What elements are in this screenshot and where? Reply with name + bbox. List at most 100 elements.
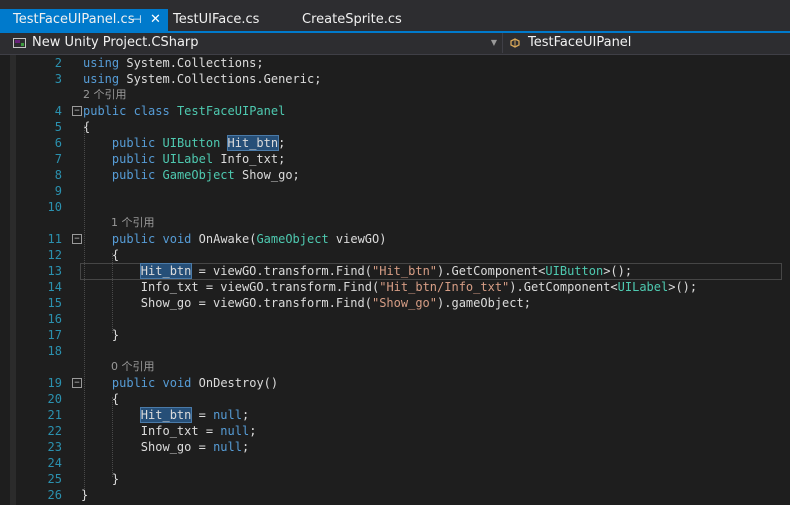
- code-text: viewGO): [328, 232, 387, 246]
- keyword: public: [111, 232, 156, 246]
- code-line: 6 public UIButton Hit_btn;: [0, 135, 790, 151]
- line-number: 21: [47, 408, 62, 422]
- line-number: 24: [47, 456, 62, 470]
- string-literal: "Hit_btn/Info_txt": [379, 280, 510, 294]
- keyword: public: [83, 104, 127, 118]
- codelens-line: 1 个引用: [0, 215, 790, 231]
- type-name: UILabel: [162, 152, 214, 166]
- project-dropdown[interactable]: New Unity Project.CSharp ▼: [10, 33, 503, 53]
- pin-icon[interactable]: ⊣: [132, 9, 142, 31]
- code-text: ;: [241, 408, 250, 422]
- line-number: 14: [47, 280, 62, 294]
- code-text: {: [111, 392, 120, 406]
- fold-toggle[interactable]: −: [72, 234, 82, 244]
- code-line: 21 Hit_btn = null;: [0, 407, 790, 423]
- code-line: 24: [0, 455, 790, 471]
- document-tab-bar: TestFaceUIPanel.cs ⊣ ✕ TestUIFace.cs Cre…: [0, 0, 790, 31]
- code-editor[interactable]: 2 using System.Collections; 3 using Syst…: [0, 55, 790, 505]
- line-number: 16: [47, 312, 62, 326]
- line-number: 7: [54, 152, 62, 166]
- line-number: 2: [54, 56, 62, 70]
- code-text: >();: [603, 264, 633, 278]
- code-line: 7 public UILabel Info_txt;: [0, 151, 790, 167]
- class-name: TestFaceUIPanel: [528, 35, 632, 50]
- line-number: 8: [54, 168, 62, 182]
- code-text: =: [191, 408, 214, 422]
- line-number: 13: [47, 264, 62, 278]
- project-name: New Unity Project.CSharp: [32, 35, 199, 50]
- class-dropdown[interactable]: TestFaceUIPanel: [506, 33, 790, 53]
- keyword: public: [111, 136, 156, 150]
- code-text: Info_txt: [140, 424, 199, 438]
- keyword: public: [111, 168, 156, 182]
- code-line: 14 Info_txt = viewGO.transform.Find("Hit…: [0, 279, 790, 295]
- codelens-line: 2 个引用: [0, 87, 790, 103]
- code-line: 22 Info_txt = null;: [0, 423, 790, 439]
- type-name: TestFaceUIPanel: [176, 104, 286, 118]
- class-icon: [510, 38, 520, 48]
- code-line: 15 Show_go = viewGO.transform.Find("Show…: [0, 295, 790, 311]
- type-name: UIButton: [545, 264, 604, 278]
- codelens-references[interactable]: 2 个引用: [83, 87, 127, 103]
- tab-label: CreateSprite.cs: [302, 12, 402, 27]
- string-literal: "Hit_btn": [372, 264, 438, 278]
- code-line: 9: [0, 183, 790, 199]
- keyword: void: [162, 232, 192, 246]
- fold-toggle[interactable]: −: [72, 378, 82, 388]
- highlighted-reference: Hit_btn: [226, 135, 280, 151]
- code-line: 25 }: [0, 471, 790, 487]
- line-number: 19: [47, 376, 62, 390]
- code-text: >();: [668, 280, 698, 294]
- code-line: 19 − public void OnDestroy(): [0, 375, 790, 391]
- code-text: }: [81, 488, 89, 502]
- highlighted-reference: Hit_btn: [139, 407, 193, 423]
- line-number: 10: [47, 200, 62, 214]
- code-text: =: [191, 440, 214, 454]
- code-line: 8 public GameObject Show_go;: [0, 167, 790, 183]
- code-text: OnDestroy(): [198, 376, 279, 390]
- keyword: void: [162, 376, 192, 390]
- code-text: ;: [278, 136, 286, 150]
- line-number: 25: [47, 472, 62, 486]
- code-text: =: [198, 424, 221, 438]
- code-text: Show_go = viewGO.transform.Find(: [140, 296, 372, 310]
- tab-label: TestFaceUIPanel.cs: [13, 12, 135, 27]
- keyword: null: [213, 440, 242, 454]
- line-number: 18: [47, 344, 62, 358]
- tab-testuiface[interactable]: TestUIFace.cs: [173, 9, 259, 31]
- keyword: null: [220, 424, 250, 438]
- line-number: 17: [47, 328, 62, 342]
- code-text: ).GetComponent<: [437, 264, 546, 278]
- fold-toggle[interactable]: −: [72, 106, 82, 116]
- line-number: 4: [54, 104, 62, 118]
- string-literal: "Show_go": [371, 296, 438, 310]
- line-number: 22: [47, 424, 62, 438]
- code-text: OnAwake(: [198, 232, 257, 246]
- code-text: ;: [249, 424, 257, 438]
- codelens-references[interactable]: 0 个引用: [111, 359, 155, 375]
- code-line: 18: [0, 343, 790, 359]
- code-text: System.Collections;: [126, 56, 264, 70]
- navigation-bar: New Unity Project.CSharp ▼ TestFaceUIPan…: [0, 33, 790, 55]
- chevron-down-icon[interactable]: ▼: [491, 33, 497, 53]
- code-text: {: [111, 248, 120, 262]
- code-line: 16: [0, 311, 790, 327]
- type-name: GameObject: [162, 168, 235, 182]
- code-line: 26 }: [0, 487, 790, 503]
- code-text: Info_txt = viewGO.transform.Find(: [140, 280, 380, 294]
- code-line: 11 − public void OnAwake(GameObject view…: [0, 231, 790, 247]
- tab-label: TestUIFace.cs: [173, 12, 260, 27]
- highlighted-reference: Hit_btn: [139, 263, 193, 279]
- keyword: public: [111, 376, 156, 390]
- keyword: public: [111, 152, 156, 166]
- tab-testfaceuipanel[interactable]: TestFaceUIPanel.cs ⊣ ✕: [0, 9, 168, 31]
- tab-createsprite[interactable]: CreateSprite.cs: [302, 9, 402, 31]
- line-number: 20: [47, 392, 62, 406]
- type-name: GameObject: [256, 232, 329, 246]
- code-text: ;: [241, 440, 250, 454]
- line-number: 12: [47, 248, 62, 262]
- code-line: 17 }: [0, 327, 790, 343]
- codelens-references[interactable]: 1 个引用: [111, 215, 155, 231]
- code-line: 3 using System.Collections.Generic;: [0, 71, 790, 87]
- close-icon[interactable]: ✕: [150, 9, 161, 31]
